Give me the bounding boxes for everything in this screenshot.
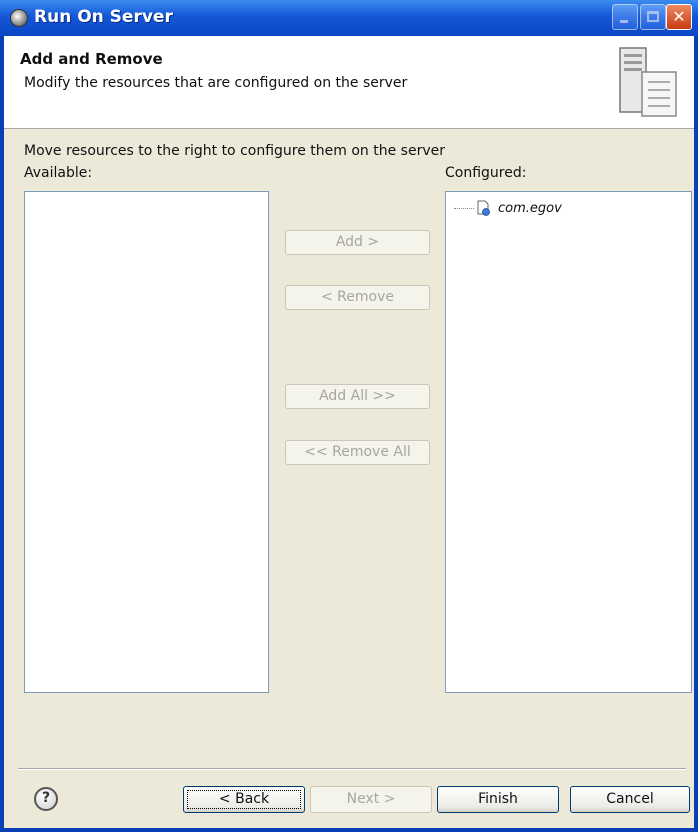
minimize-button[interactable] (612, 4, 638, 30)
remove-all-button[interactable]: << Remove All (285, 440, 430, 465)
cancel-button[interactable]: Cancel (570, 786, 690, 813)
focus-ring (187, 790, 301, 809)
tree-connector (454, 207, 474, 209)
maximize-icon (647, 11, 659, 22)
run-on-server-dialog: Run On Server ✕ Add and Remove Modify th… (0, 0, 698, 832)
remove-button[interactable]: < Remove (285, 285, 430, 310)
add-button[interactable]: Add > (285, 230, 430, 255)
available-list[interactable] (24, 191, 269, 693)
back-button[interactable]: < Back (183, 786, 305, 813)
minimize-icon (620, 20, 628, 23)
footer-separator (18, 768, 686, 769)
tree-item-com-egov[interactable]: com.egov (454, 200, 562, 216)
maximize-button[interactable] (640, 4, 666, 30)
configured-label: Configured: (445, 165, 527, 181)
tree-item-label: com.egov (498, 200, 562, 216)
available-label: Available: (24, 165, 93, 181)
web-project-icon (477, 200, 490, 216)
help-icon[interactable]: ? (34, 787, 58, 811)
title-bar[interactable]: Run On Server ✕ (0, 0, 698, 36)
close-button[interactable]: ✕ (666, 4, 692, 30)
configured-list[interactable]: com.egov (445, 191, 692, 693)
finish-button[interactable]: Finish (437, 786, 559, 813)
close-icon: ✕ (672, 7, 686, 26)
next-button[interactable]: Next > (310, 786, 432, 813)
page-title: Add and Remove (20, 50, 163, 68)
server-wizard-icon (619, 47, 677, 117)
instruction-text: Move resources to the right to configure… (24, 143, 445, 159)
add-all-button[interactable]: Add All >> (285, 384, 430, 409)
wizard-banner: Add and Remove Modify the resources that… (4, 36, 694, 129)
server-app-icon (10, 9, 28, 27)
wizard-content: Move resources to the right to configure… (4, 129, 694, 769)
window-title: Run On Server (34, 7, 173, 27)
page-description: Modify the resources that are configured… (24, 75, 408, 91)
